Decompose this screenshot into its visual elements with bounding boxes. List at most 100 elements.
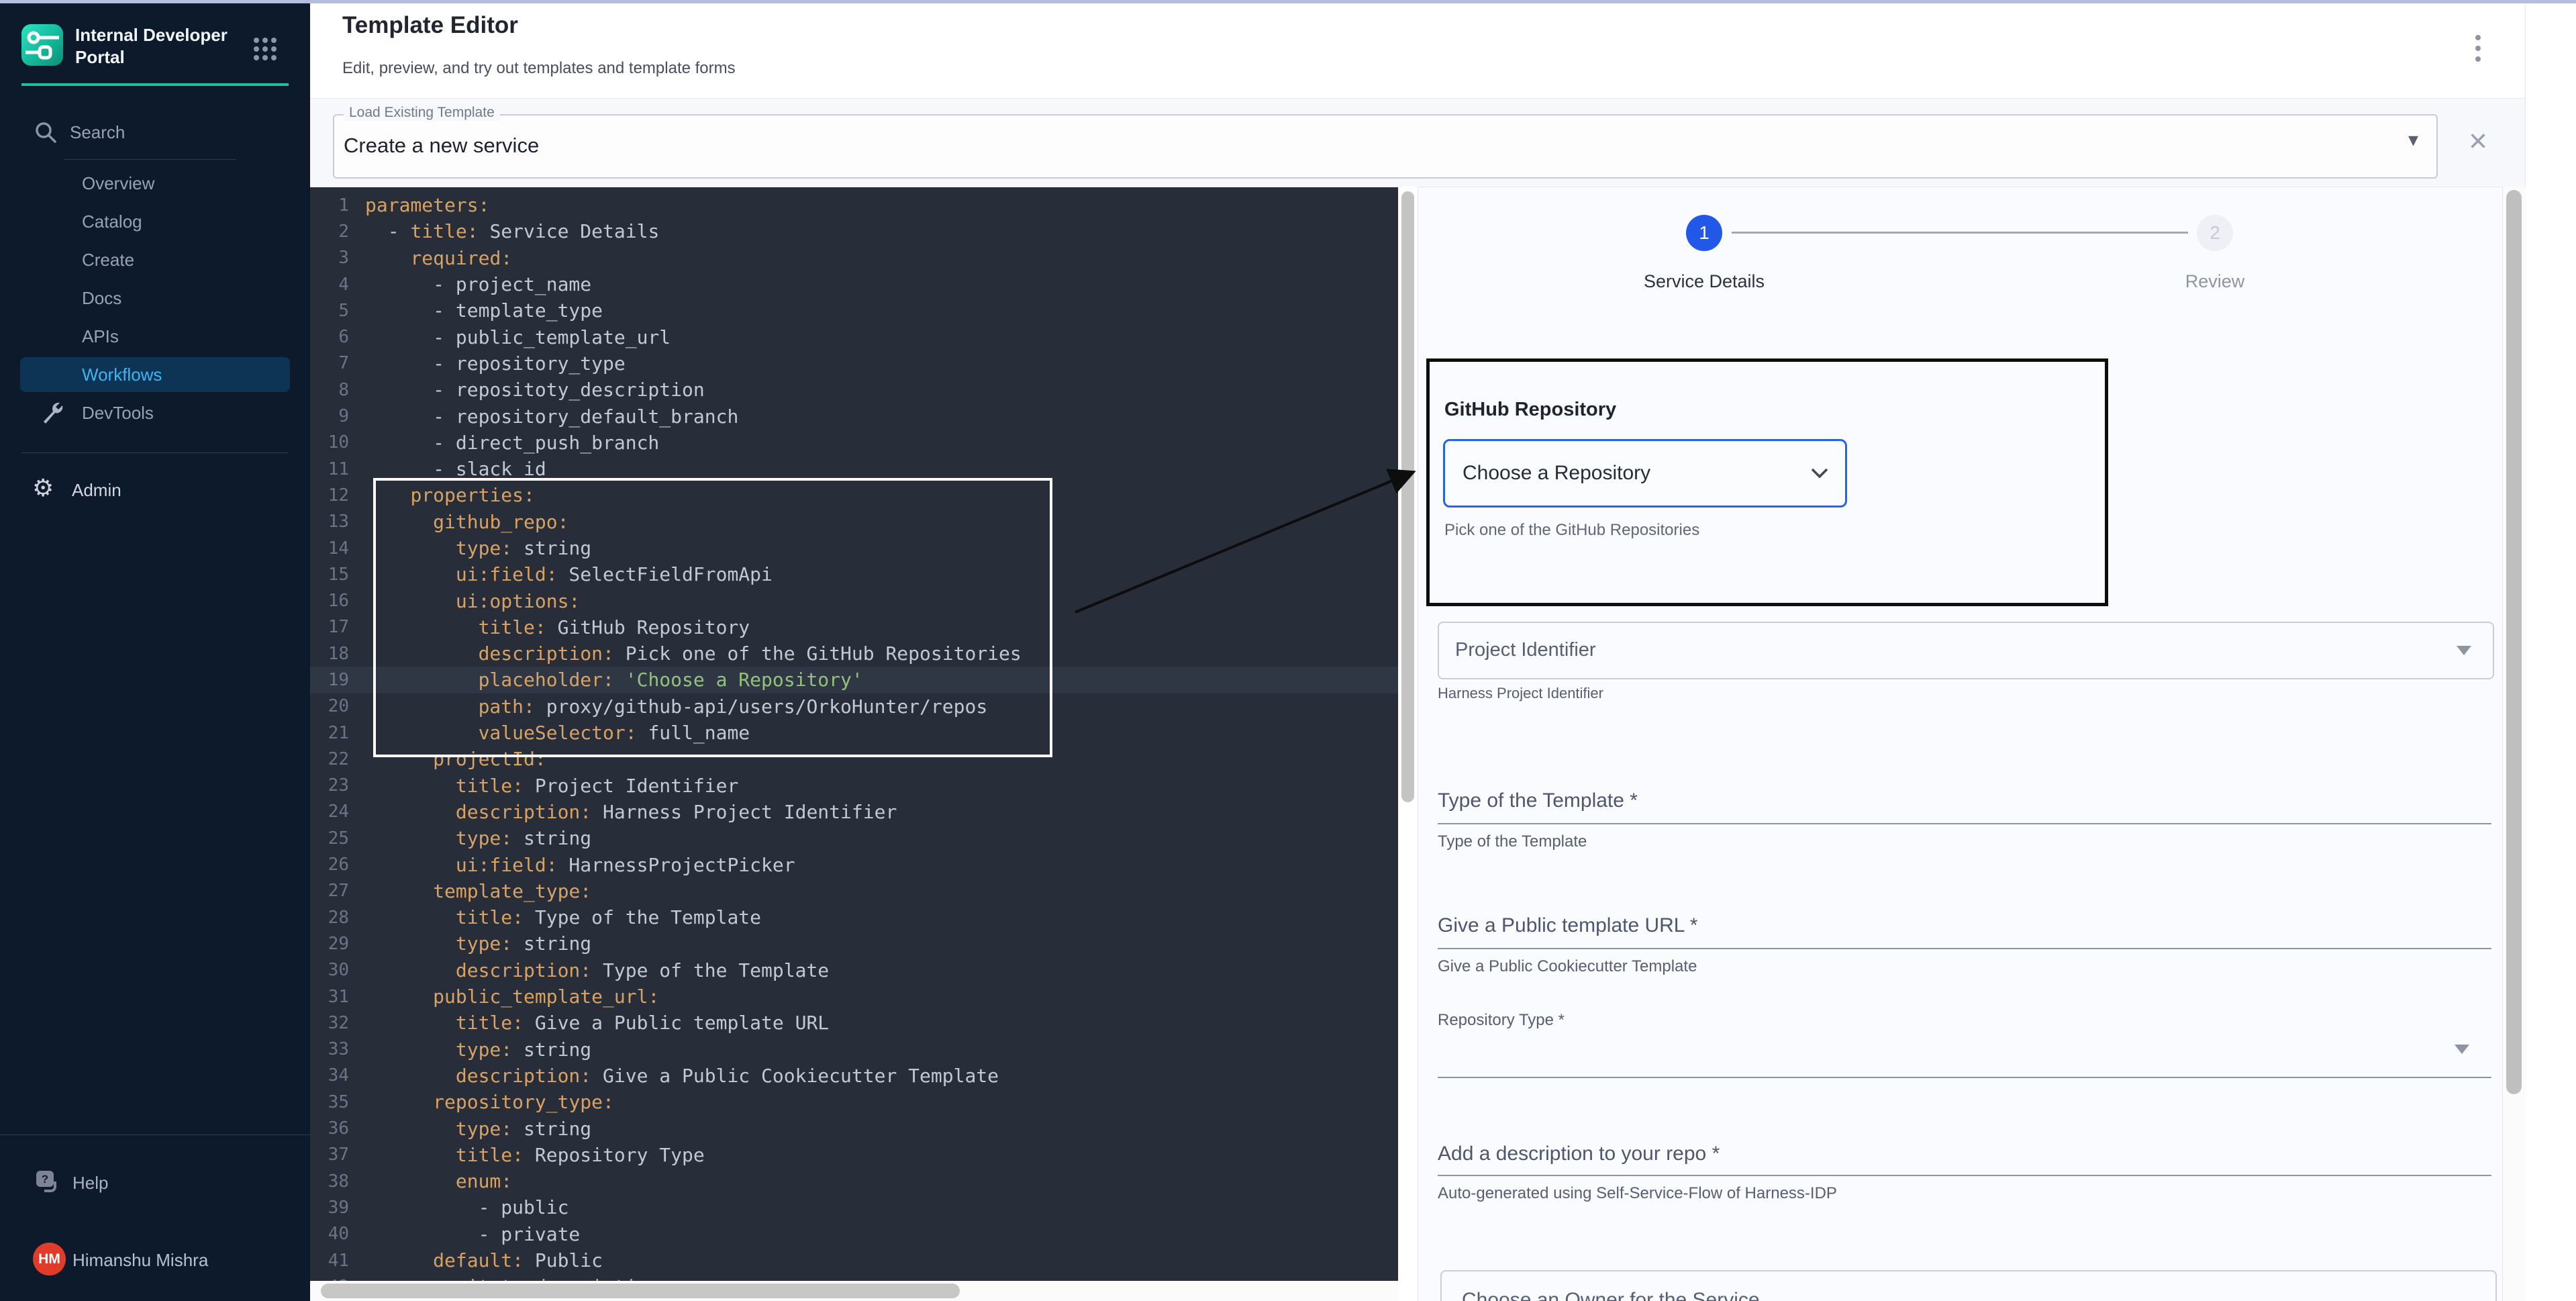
close-icon[interactable]: × (2469, 126, 2487, 158)
editor-line[interactable]: 26 ui:field: HarnessProjectPicker (310, 851, 1398, 877)
editor-line[interactable]: 13 github_repo: (310, 509, 1398, 535)
apps-grid-icon[interactable] (254, 38, 278, 62)
editor-line[interactable]: 33 type: string (310, 1037, 1398, 1063)
editor-line[interactable]: 3 required: (310, 245, 1398, 271)
editor-line[interactable]: 20 path: proxy/github-api/users/OrkoHunt… (310, 693, 1398, 720)
editor-line[interactable]: 36 type: string (310, 1115, 1398, 1141)
editor-line[interactable]: 18 description: Pick one of the GitHub R… (310, 640, 1398, 667)
sidebar-item-catalog[interactable]: Catalog (20, 204, 290, 239)
editor-line[interactable]: 37 title: Repository Type (310, 1142, 1398, 1168)
sidebar-item-workflows[interactable]: Workflows (20, 357, 290, 392)
line-code: description: Type of the Template (365, 959, 829, 981)
editor-line[interactable]: 14 type: string (310, 535, 1398, 561)
repository-type-dropdown-icon[interactable] (2455, 1045, 2469, 1054)
line-code: description: Harness Project Identifier (365, 801, 897, 823)
editor-line[interactable]: 15 ui:field: SelectFieldFromApi (310, 561, 1398, 587)
editor-line[interactable]: 32 title: Give a Public template URL (310, 1010, 1398, 1036)
editor-line[interactable]: 41 default: Public (310, 1247, 1398, 1273)
line-number: 36 (310, 1118, 365, 1139)
editor-horizontal-scrollbar[interactable] (310, 1281, 1398, 1301)
editor-line[interactable]: 27 template_type: (310, 878, 1398, 904)
editor-line[interactable]: 38 enum: (310, 1168, 1398, 1194)
editor-line[interactable]: 34 description: Give a Public Cookiecutt… (310, 1063, 1398, 1089)
load-template-select[interactable] (333, 114, 2438, 179)
editor-line[interactable]: 21 valueSelector: full_name (310, 720, 1398, 746)
stepper-step-2[interactable]: 2 (2197, 215, 2233, 251)
editor-line[interactable]: 24 description: Harness Project Identifi… (310, 799, 1398, 825)
editor-line[interactable]: 2 - title: Service Details (310, 218, 1398, 244)
editor-line[interactable]: 11 - slack_id (310, 456, 1398, 482)
line-number: 21 (310, 723, 365, 743)
right-gutter (2525, 0, 2576, 1301)
sidebar-item-devtools[interactable]: DevTools (20, 395, 290, 430)
editor-line[interactable]: 22 projectId: (310, 746, 1398, 772)
sidebar-item-help[interactable]: ? Help (0, 1165, 310, 1200)
sidebar-item-apis[interactable]: APIs (20, 319, 290, 354)
project-identifier-select[interactable]: Project Identifier (1438, 622, 2494, 679)
line-code: required: (365, 247, 512, 269)
sidebar-item-admin[interactable]: ⚙ Admin (0, 473, 310, 508)
editor-line[interactable]: 19 placeholder: 'Choose a Repository' (310, 667, 1398, 693)
admin-label: Admin (72, 480, 121, 501)
more-options-icon[interactable] (2475, 35, 2482, 62)
panel-vertical-scrollbar[interactable] (2502, 187, 2526, 1301)
editor-line[interactable]: 16 ui:options: (310, 587, 1398, 614)
editor-line[interactable]: 31 public_template_url: (310, 983, 1398, 1010)
dropdown-caret-icon[interactable]: ▾ (2408, 128, 2418, 152)
repo-description-field-label[interactable]: Add a description to your repo * (1438, 1143, 1720, 1165)
line-code: ui:options: (365, 590, 580, 612)
line-number: 30 (310, 960, 365, 980)
line-code: path: proxy/github-api/users/OrkoHunter/… (365, 695, 987, 718)
editor-line[interactable]: 7 - repository_type (310, 350, 1398, 377)
line-number: 8 (310, 380, 365, 400)
editor-line[interactable]: 39 - public (310, 1194, 1398, 1220)
editor-line[interactable]: 17 title: GitHub Repository (310, 614, 1398, 640)
line-number: 22 (310, 749, 365, 769)
owner-select-placeholder: Choose an Owner for the Service (1462, 1289, 1760, 1301)
avatar-initials: HM (38, 1251, 60, 1267)
editor-line[interactable]: 30 description: Type of the Template (310, 957, 1398, 983)
editor-line[interactable]: 23 title: Project Identifier (310, 773, 1398, 799)
template-type-field-label[interactable]: Type of the Template * (1438, 789, 1638, 812)
search-label: Search (70, 122, 125, 143)
line-number: 10 (310, 432, 365, 452)
stepper-step-1[interactable]: 1 (1686, 215, 1722, 251)
sidebar-item-create[interactable]: Create (20, 242, 290, 277)
editor-line[interactable]: 6 - public_template_url (310, 324, 1398, 350)
line-code: - title: Service Details (365, 220, 659, 242)
repository-type-field-underline (1438, 1077, 2491, 1078)
sidebar-item-overview[interactable]: Overview (20, 166, 290, 201)
editor-line[interactable]: 10 - direct_push_branch (310, 430, 1398, 456)
user-avatar[interactable]: HM (33, 1243, 66, 1275)
editor-line[interactable]: 35 repository_type: (310, 1089, 1398, 1115)
line-number: 32 (310, 1013, 365, 1033)
editor-line[interactable]: 25 type: string (310, 825, 1398, 851)
sidebar-item-search[interactable]: Search (0, 115, 310, 150)
sidebar-item-label: APIs (82, 326, 119, 347)
line-number: 31 (310, 987, 365, 1007)
editor-line[interactable]: 28 title: Type of the Template (310, 904, 1398, 930)
user-name[interactable]: Himanshu Mishra (72, 1250, 208, 1271)
editor-line[interactable]: 5 - template_type (310, 297, 1398, 324)
editor-line[interactable]: 4 - project_name (310, 271, 1398, 297)
editor-line[interactable]: 12 properties: (310, 482, 1398, 508)
editor-line[interactable]: 9 - repository_default_branch (310, 403, 1398, 429)
line-number: 17 (310, 617, 365, 637)
public-url-field-label[interactable]: Give a Public template URL * (1438, 914, 1697, 937)
sidebar-item-label: DevTools (82, 403, 154, 424)
editor-line[interactable]: 29 type: string (310, 930, 1398, 957)
app-logo-icon[interactable] (21, 24, 63, 66)
line-code: github_repo: (365, 511, 568, 533)
brand-underline (21, 83, 289, 86)
github-repository-select[interactable]: Choose a Repository (1443, 439, 1847, 508)
editor-line[interactable]: 1parameters: (310, 192, 1398, 218)
editor-line[interactable]: 8 - repositoty_description (310, 377, 1398, 403)
editor-vertical-scrollbar[interactable] (1398, 187, 1418, 1301)
editor-line[interactable]: 40 - private (310, 1221, 1398, 1247)
yaml-editor[interactable]: 1parameters:2 - title: Service Details3 … (310, 187, 1398, 1301)
public-url-field-underline (1438, 948, 2491, 949)
owner-select[interactable]: Choose an Owner for the Service (1440, 1270, 2497, 1301)
line-code: title: Give a Public template URL (365, 1012, 829, 1034)
sidebar-item-docs[interactable]: Docs (20, 281, 290, 316)
line-code: valueSelector: full_name (365, 722, 750, 744)
